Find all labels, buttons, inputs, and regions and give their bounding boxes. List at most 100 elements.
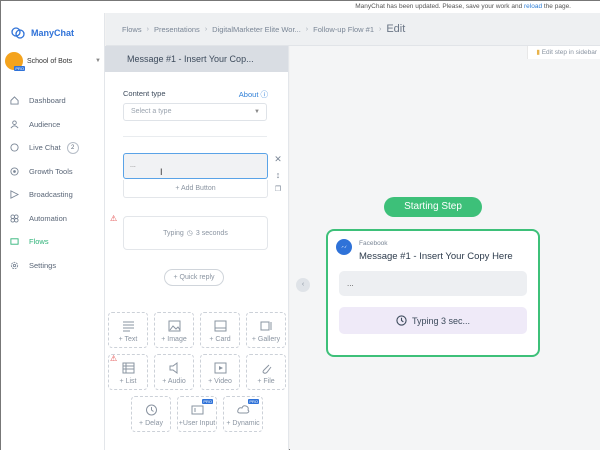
sidebar-item-flows[interactable]: Flows (1, 230, 105, 254)
sidebar-item-audience[interactable]: Audience (1, 113, 105, 137)
settings-icon (9, 260, 19, 270)
reorder-icon[interactable]: ↕ (276, 170, 281, 180)
add-gallery-tile[interactable]: + Gallery (246, 312, 286, 348)
sidebar-item-live-chat[interactable]: Live Chat 2 (1, 136, 105, 160)
about-link[interactable]: About ⓘ (239, 89, 268, 100)
home-icon (9, 96, 19, 106)
message-step-card[interactable]: Facebook Message #1 - Insert Your Copy H… (326, 229, 540, 357)
image-icon (168, 320, 180, 332)
content-type-label: Content type (123, 89, 166, 98)
sidebar-item-label: Flows (29, 237, 49, 247)
live-chat-count-badge: 2 (66, 141, 79, 154)
sidebar-item-label: Automation (29, 213, 67, 223)
edit-step-in-sidebar-button[interactable]: ▮ Edit step in sidebar (527, 46, 600, 59)
account-name: School of Bots (27, 57, 73, 65)
add-file-tile[interactable]: + File (246, 354, 286, 390)
panel-title[interactable]: Message #1 - Insert Your Cop... (105, 46, 288, 72)
growth-icon (9, 166, 19, 176)
typing-block[interactable]: Typing ◷ 3 seconds (123, 216, 268, 250)
audience-icon (9, 119, 19, 129)
message-text-input[interactable]: ... I (123, 153, 268, 179)
add-video-tile[interactable]: + Video (200, 354, 240, 390)
pro-badge: PRO (202, 399, 213, 404)
tile-label: + Card (209, 336, 231, 343)
clock-icon (396, 315, 407, 326)
account-avatar: PRO (5, 52, 25, 71)
typing-indicator: Typing 3 sec... (339, 307, 527, 334)
brand-name: ManyChat (31, 28, 75, 38)
add-list-tile[interactable]: + List (108, 354, 148, 390)
pro-badge: PRO (248, 399, 259, 404)
audio-icon (169, 362, 177, 374)
automation-icon (9, 213, 19, 223)
breadcrumb-flows[interactable]: Flows (122, 25, 142, 34)
sidebar-item-label: Broadcasting (29, 190, 73, 200)
file-icon (262, 364, 271, 374)
chevron-right-icon: › (146, 25, 149, 33)
collapse-panel-button[interactable]: ‹ (296, 278, 310, 292)
sidebar-item-label: Live Chat (29, 143, 61, 153)
manychat-logo-icon (11, 27, 25, 39)
tile-label: + File (257, 378, 275, 385)
sidebar-item-dashboard[interactable]: Dashboard (1, 89, 105, 113)
message-bubble: ... (339, 271, 527, 296)
breadcrumb-presentations[interactable]: Presentations (154, 25, 200, 34)
warning-icon: ⚠ (110, 214, 118, 223)
close-icon[interactable]: ✕ (274, 154, 282, 165)
tile-label: + List (119, 378, 137, 385)
chevron-right-icon: › (305, 25, 309, 33)
breadcrumb-folder[interactable]: DigitalMarketer Elite Wor... (212, 25, 301, 34)
sidebar-item-automation[interactable]: Automation (1, 207, 105, 231)
add-card-tile[interactable]: + Card (200, 312, 240, 348)
breadcrumb-flow[interactable]: Follow-up Flow #1 (313, 25, 374, 34)
dynamic-icon (236, 405, 249, 414)
select-placeholder: Select a type (131, 108, 172, 115)
tile-label: + Video (208, 378, 232, 385)
gallery-icon (260, 321, 271, 331)
tile-label: + Image (161, 336, 187, 343)
tile-label: + Gallery (251, 336, 281, 343)
add-audio-tile[interactable]: + Audio (154, 354, 194, 390)
chevron-right-icon: › (379, 25, 382, 33)
typing-value: 3 seconds (195, 229, 228, 237)
video-icon (214, 362, 226, 374)
card-source: Facebook (359, 240, 388, 247)
add-text-tile[interactable]: + Text (108, 312, 148, 348)
typing-label: Typing (163, 229, 184, 237)
sidebar-item-growth-tools[interactable]: Growth Tools (1, 160, 105, 184)
sidebar-item-label: Settings (29, 260, 57, 270)
help-icon: ⓘ (260, 90, 269, 99)
sidebar-item-settings[interactable]: Settings (1, 254, 105, 278)
flows-icon (9, 237, 19, 247)
flow-canvas[interactable]: ▮ Edit step in sidebar ‹ Starting Step F… (290, 46, 600, 450)
add-delay-tile[interactable]: + Delay (131, 396, 171, 432)
chevron-down-icon: ▼ (254, 109, 260, 115)
starting-step-label: Starting Step (384, 197, 482, 217)
reload-link[interactable]: reload (524, 3, 542, 10)
add-image-tile[interactable]: + Image (154, 312, 194, 348)
divider (123, 136, 267, 137)
add-user-input-tile[interactable]: PRO +User Input (177, 396, 217, 432)
sidebar-item-broadcasting[interactable]: Broadcasting (1, 183, 105, 207)
card-icon (214, 320, 226, 332)
notice-text: ManyChat has been updated. Please, save … (355, 3, 524, 10)
duplicate-icon[interactable]: ❐ (275, 185, 281, 193)
breadcrumb-current: Edit (386, 23, 406, 35)
notice-tail: the page. (542, 3, 571, 10)
typing-indicator-label: Typing 3 sec... (411, 315, 471, 326)
block-tools: ✕ ↕ ❐ (273, 154, 283, 193)
chevron-right-icon: › (204, 25, 208, 33)
content-type-select[interactable]: Select a type ▼ (123, 103, 267, 121)
account-switcher[interactable]: PRO School of Bots ▼ (5, 51, 101, 71)
text-icon (122, 321, 134, 332)
broadcast-icon (9, 190, 19, 200)
messenger-icon (336, 239, 352, 255)
sidebar-nav: Dashboard Audience Live Chat 2 Growth To… (1, 89, 105, 277)
clock-icon (145, 404, 157, 416)
brand-logo[interactable]: ManyChat (11, 25, 74, 41)
tile-label: + Audio (162, 378, 186, 385)
add-dynamic-tile[interactable]: PRO + Dynamic (223, 396, 263, 432)
add-button-button[interactable]: + Add Button (123, 180, 268, 198)
chevron-left-icon: ‹ (301, 281, 305, 288)
quick-reply-button[interactable]: + Quick reply (164, 269, 224, 286)
